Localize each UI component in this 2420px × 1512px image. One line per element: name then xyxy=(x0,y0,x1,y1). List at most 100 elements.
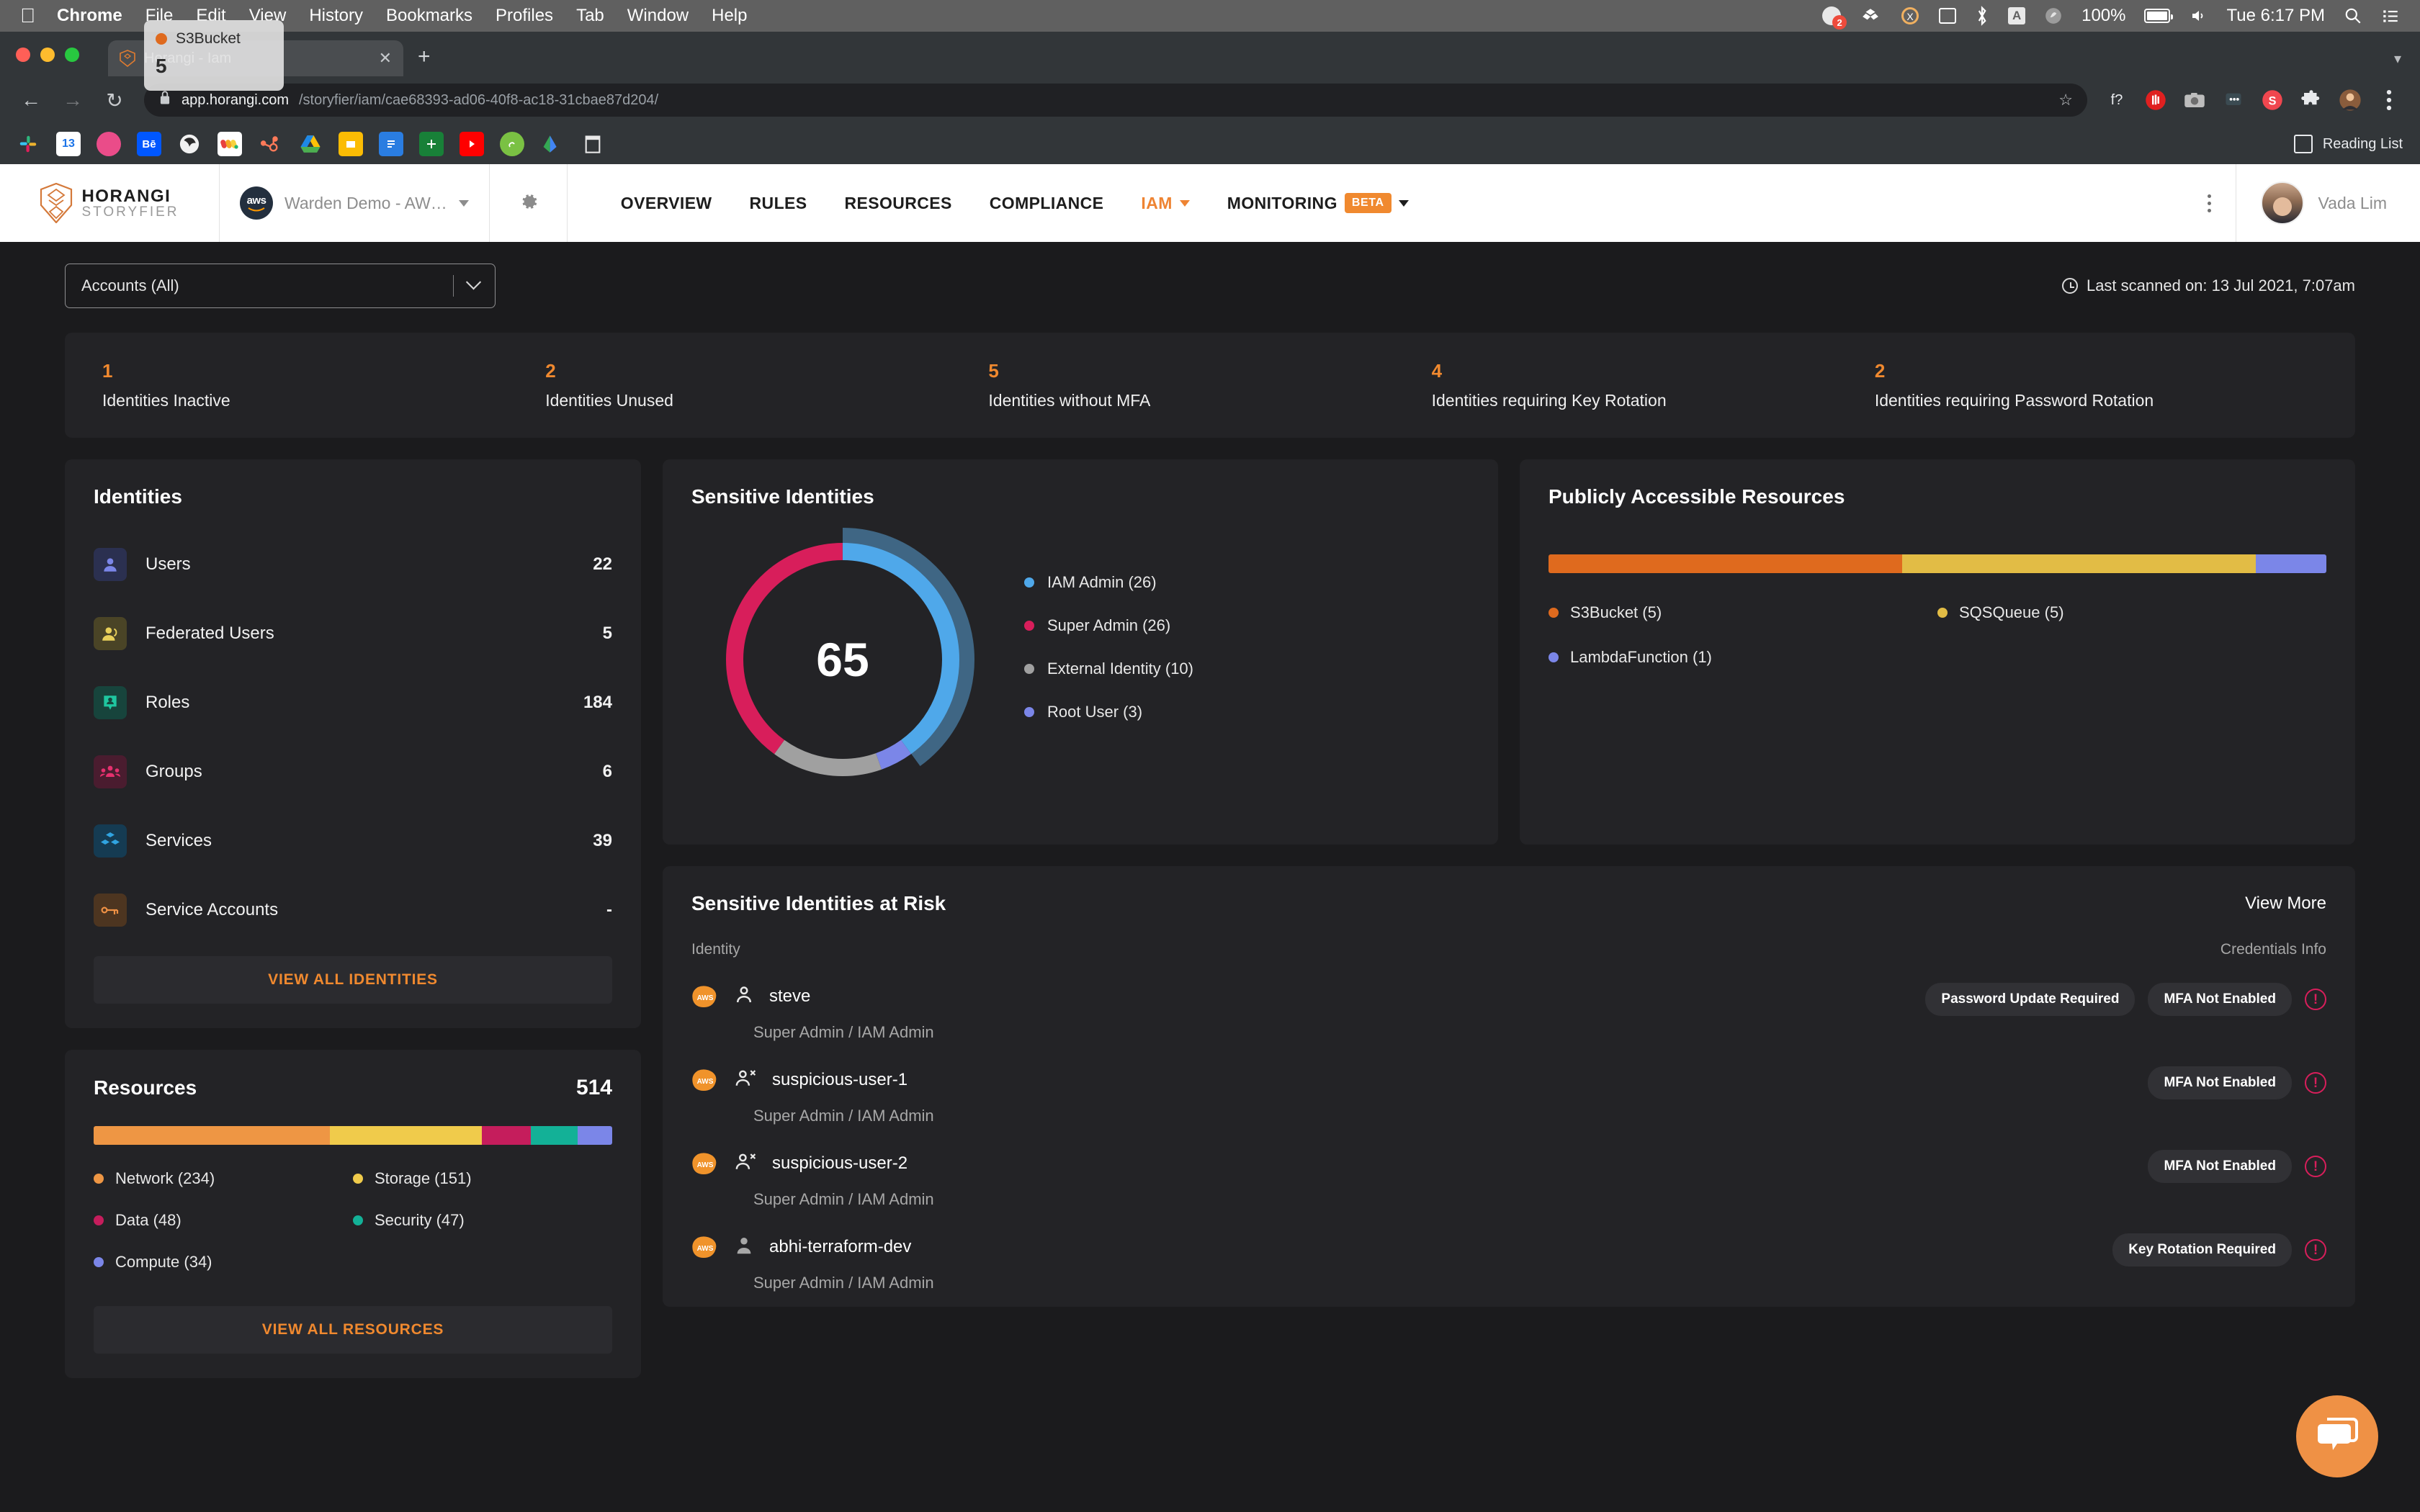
app-logo[interactable]: HORANGI STORYFIER xyxy=(0,164,220,242)
bar-segment-network[interactable] xyxy=(94,1126,330,1145)
menu-item-chrome[interactable]: Chrome xyxy=(57,6,122,26)
reload-button[interactable]: ↻ xyxy=(102,89,127,112)
menu-item-window[interactable]: Window xyxy=(627,6,689,26)
spotlight-search-icon[interactable] xyxy=(2344,6,2362,25)
bookmark-youtube[interactable] xyxy=(460,132,484,156)
bar-segment-sqsqueue[interactable] xyxy=(1902,554,2256,573)
legend-item-s3bucket[interactable]: S3Bucket (5) xyxy=(1549,603,1937,622)
publicly-accessible-stacked-bar[interactable] xyxy=(1549,554,2326,573)
font-extension-icon[interactable]: f? xyxy=(2105,88,2129,112)
bookmark-folder[interactable] xyxy=(581,132,605,156)
menu-item-help[interactable]: Help xyxy=(712,6,747,26)
account-filter-select[interactable]: Accounts (All) xyxy=(65,264,496,308)
menu-item-tab[interactable]: Tab xyxy=(576,6,604,26)
table-row[interactable]: AWS abhi-terraform-dev Super Admin / IAM… xyxy=(691,1233,2326,1292)
nav-overview[interactable]: OVERVIEW xyxy=(602,194,731,213)
list-item[interactable]: Services 39 xyxy=(94,806,612,876)
bookmark-google-ads[interactable] xyxy=(540,132,565,156)
legend-item-storage[interactable]: Storage (151) xyxy=(353,1169,612,1188)
table-row[interactable]: AWS suspicious-user-2 Super Admin / IAM … xyxy=(691,1150,2326,1209)
legend-item-iam-admin[interactable]: IAM Admin (26) xyxy=(1024,573,1193,592)
status-badge[interactable]: MFA Not Enabled xyxy=(2148,983,2292,1016)
chevron-down-icon[interactable] xyxy=(459,200,469,207)
chrome-menu-icon[interactable] xyxy=(2377,88,2401,112)
forward-button[interactable]: → xyxy=(60,89,85,112)
nav-compliance[interactable]: COMPLIANCE xyxy=(971,194,1123,213)
menu-bar-clock[interactable]: Tue 6:17 PM xyxy=(2226,6,2325,26)
bar-segment-lambdafunction[interactable] xyxy=(2256,554,2326,573)
legend-item-compute[interactable]: Compute (34) xyxy=(94,1253,353,1272)
table-row[interactable]: AWS suspicious-user-1 Super Admin / IAM … xyxy=(691,1066,2326,1125)
legend-item-sqsqueue[interactable]: SQSQueue (5) xyxy=(1937,603,2326,622)
nav-iam[interactable]: IAM xyxy=(1122,194,1208,213)
tabstrip-menu-icon[interactable]: ▾ xyxy=(2394,50,2401,68)
warning-icon[interactable]: ! xyxy=(2305,1072,2326,1094)
battery-icon[interactable] xyxy=(2144,9,2170,23)
close-tab-icon[interactable]: ✕ xyxy=(379,49,392,68)
bar-segment-compute[interactable] xyxy=(578,1126,612,1145)
dropbox-icon[interactable] xyxy=(1860,6,1881,25)
adblock-icon[interactable] xyxy=(2143,88,2168,112)
account-selector[interactable]: aws Warden Demo - AW… xyxy=(220,164,490,242)
bar-segment-security[interactable] xyxy=(531,1126,578,1145)
list-item[interactable]: Service Accounts - xyxy=(94,876,612,945)
bookmark-dribbble[interactable] xyxy=(97,132,121,156)
status-badge[interactable]: MFA Not Enabled xyxy=(2148,1066,2292,1099)
list-item[interactable]: Federated Users 5 xyxy=(94,599,612,668)
view-more-link[interactable]: View More xyxy=(2245,894,2326,914)
legend-item-super-admin[interactable]: Super Admin (26) xyxy=(1024,616,1193,635)
legend-item-external-identity[interactable]: External Identity (10) xyxy=(1024,660,1193,678)
legend-item-security[interactable]: Security (47) xyxy=(353,1211,612,1230)
profile-avatar-icon[interactable] xyxy=(2338,88,2362,112)
grammarly-icon[interactable]: S xyxy=(2260,88,2285,112)
nav-monitoring[interactable]: MONITORING BETA xyxy=(1209,193,1428,213)
list-item[interactable]: Roles 184 xyxy=(94,668,612,737)
bar-segment-s3bucket[interactable] xyxy=(1549,554,1902,573)
view-all-identities-button[interactable]: VIEW ALL IDENTITIES xyxy=(94,956,612,1004)
bluetooth-icon[interactable] xyxy=(1975,6,1989,26)
legend-item-lambdafunction[interactable]: LambdaFunction (1) xyxy=(1549,648,1937,667)
legend-item-network[interactable]: Network (234) xyxy=(94,1169,353,1188)
menu-item-bookmarks[interactable]: Bookmarks xyxy=(386,6,472,26)
menu-item-history[interactable]: History xyxy=(309,6,363,26)
window-close-button[interactable] xyxy=(16,48,30,62)
apple-menu-icon[interactable]:  xyxy=(20,6,35,26)
bar-segment-data[interactable] xyxy=(482,1126,530,1145)
warning-icon[interactable]: ! xyxy=(2305,1156,2326,1177)
warning-icon[interactable]: ! xyxy=(2305,1239,2326,1261)
menu-item-profiles[interactable]: Profiles xyxy=(496,6,553,26)
puzzle-extensions-icon[interactable] xyxy=(2299,88,2323,112)
nav-rules[interactable]: RULES xyxy=(731,194,826,213)
window-maximize-button[interactable] xyxy=(65,48,79,62)
volume-icon[interactable] xyxy=(2189,7,2208,24)
window-traffic-lights[interactable] xyxy=(16,48,79,62)
notes-extension-icon[interactable] xyxy=(2221,88,2246,112)
bookmark-globe[interactable] xyxy=(177,132,202,156)
bookmark-google-keep[interactable] xyxy=(339,132,363,156)
list-item[interactable]: Users 22 xyxy=(94,530,612,599)
cleaner-icon[interactable] xyxy=(2044,6,2063,25)
warning-icon[interactable]: ! xyxy=(2305,989,2326,1010)
settings-button[interactable] xyxy=(490,164,568,242)
new-tab-button[interactable]: + xyxy=(418,46,431,68)
address-bar[interactable]: app.horangi.com/storyfier/iam/cae68393-a… xyxy=(144,84,2087,117)
bookmark-google-drive[interactable] xyxy=(298,132,323,156)
chat-widget-button[interactable] xyxy=(2296,1395,2378,1477)
header-kebab-menu[interactable] xyxy=(2184,194,2236,212)
bookmark-evernote[interactable] xyxy=(500,132,524,156)
status-badge[interactable]: Password Update Required xyxy=(1925,983,2135,1016)
nav-resources[interactable]: RESOURCES xyxy=(826,194,971,213)
back-button[interactable]: ← xyxy=(19,89,43,112)
window-minimize-button[interactable] xyxy=(40,48,55,62)
resources-stacked-bar[interactable] xyxy=(94,1126,612,1145)
screen-mirroring-icon[interactable] xyxy=(1939,8,1956,24)
bar-segment-storage[interactable] xyxy=(330,1126,483,1145)
reading-list-button[interactable]: Reading List xyxy=(2294,135,2403,153)
control-center-icon[interactable] xyxy=(2381,6,2400,25)
bookmark-slack[interactable] xyxy=(16,132,40,156)
legend-item-data[interactable]: Data (48) xyxy=(94,1211,353,1230)
screenshot-camera-icon[interactable] xyxy=(2182,88,2207,112)
status-badge[interactable]: Key Rotation Required xyxy=(2112,1233,2292,1266)
bookmark-colors-app[interactable] xyxy=(218,132,242,156)
legend-item-root-user[interactable]: Root User (3) xyxy=(1024,703,1193,721)
